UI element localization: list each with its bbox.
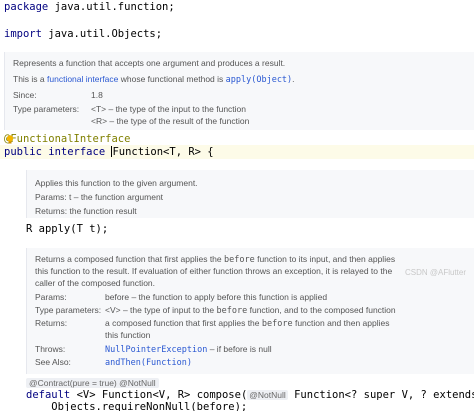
compose-doc-line3: caller of the composed function. [35, 278, 156, 288]
compose-throws-label: Throws: [35, 344, 66, 354]
function-javadoc: Represents a function that accepts one a… [4, 52, 474, 130]
and-then-link[interactable]: andThen(Function) [105, 358, 192, 368]
doc-note: This is a functional interface whose fun… [13, 74, 295, 85]
since-label: Since: [13, 90, 37, 100]
since-value: 1.8 [91, 90, 103, 100]
compose-type-params-b: function, and to the composed function [247, 305, 396, 315]
compose-doc-line1-a: Returns a composed function that first a… [35, 254, 224, 264]
null-pointer-exception-link[interactable]: NullPointerException [105, 345, 207, 355]
import-keyword: import [4, 28, 42, 40]
notnull-param-hint: @NotNull [247, 390, 288, 400]
contract-inline-hint[interactable]: @Contract(pure = true) @NotNull [26, 378, 159, 388]
apply-doc-params: Params: t – the function argument [35, 192, 164, 202]
compose-returns-value: a composed function that first applies t… [105, 318, 389, 329]
compose-params-label: Params: [35, 292, 67, 302]
doc-note-prefix: This is a [13, 74, 48, 84]
lightbulb-icon[interactable] [6, 135, 14, 144]
compose-doc-line2: this function to the result. If evaluati… [35, 266, 393, 276]
contract-hint-text: @Contract(pure = true) [29, 378, 117, 388]
watermark-text: CSDN @AFlutter [404, 268, 466, 277]
compose-body-line: Objects.requireNonNull(before); [26, 401, 248, 411]
compose-method-signature: default <V> Function<V, R> compose(@NotN… [26, 389, 474, 401]
type-param-t: <T> – the type of the input to the funct… [91, 104, 246, 114]
apply-method-signature: R apply(T t); [26, 223, 109, 235]
interface-declaration: public interface Function<T, R> { [4, 146, 214, 158]
compose-signature-part1: <V> Function<V, R> compose( [70, 389, 248, 401]
apply-doc-returns: Returns: the function result [35, 206, 137, 216]
package-keyword: package [4, 1, 49, 13]
doc-note-suffix: . [292, 74, 295, 84]
package-name: java.util.function; [48, 1, 175, 13]
compose-params-value: before – the function to apply before th… [105, 292, 328, 302]
compose-returns-b: function and then applies [292, 318, 390, 328]
compose-throws-value: NullPointerException – if before is null [105, 344, 272, 355]
compose-doc-line1: Returns a composed function that first a… [35, 254, 395, 265]
compose-type-params-code: before [216, 306, 248, 316]
doc-note-middle: whose functional method is [118, 74, 226, 84]
interface-type-params: <T, R> { [163, 146, 214, 158]
compose-javadoc: Returns a composed function that first a… [26, 248, 474, 374]
import-name: java.util.Objects; [41, 28, 163, 40]
compose-returns-value-cont: this function [105, 330, 151, 340]
code-editor[interactable]: package java.util.function; import java.… [0, 0, 474, 411]
default-keyword: default [26, 389, 71, 401]
compose-returns-a: a composed function that first applies t… [105, 318, 262, 328]
apply-object-link[interactable]: apply(Object) [226, 75, 293, 85]
notnull-hint-text: @NotNull [119, 378, 156, 388]
import-statement: import java.util.Objects; [4, 28, 162, 40]
public-interface-keywords: public interface [4, 146, 112, 158]
compose-throws-rest: – if before is null [207, 344, 272, 354]
compose-type-params-label: Type parameters: [35, 305, 102, 315]
compose-returns-code: before [261, 319, 293, 329]
functional-interface-link[interactable]: functional interface [47, 74, 118, 84]
compose-signature-part2: Function<? super V, ? extends T> before)… [294, 389, 474, 401]
apply-javadoc: Applies this function to the given argum… [26, 170, 474, 218]
functional-interface-annotation: @FunctionalInterface [4, 133, 131, 145]
compose-returns-label: Returns: [35, 318, 68, 328]
package-statement: package java.util.function; [4, 1, 175, 13]
apply-doc-summary: Applies this function to the given argum… [35, 178, 198, 188]
compose-see-label: See Also: [35, 357, 71, 367]
type-params-label: Type parameters: [13, 104, 80, 114]
type-param-r: <R> – the type of the result of the func… [91, 116, 250, 126]
compose-doc-line1-b: function to its input, and then applies [254, 254, 396, 264]
compose-see-value: andThen(Function) [105, 357, 192, 368]
compose-type-params-value: <V> – the type of input to the before fu… [105, 305, 396, 316]
doc-summary: Represents a function that accepts one a… [13, 58, 286, 68]
compose-type-params-a: <V> – the type of input to the [105, 305, 217, 315]
interface-name: Function [112, 146, 164, 158]
compose-doc-line1-code: before [224, 255, 255, 265]
annotation-line: @FunctionalInterface [4, 133, 130, 145]
